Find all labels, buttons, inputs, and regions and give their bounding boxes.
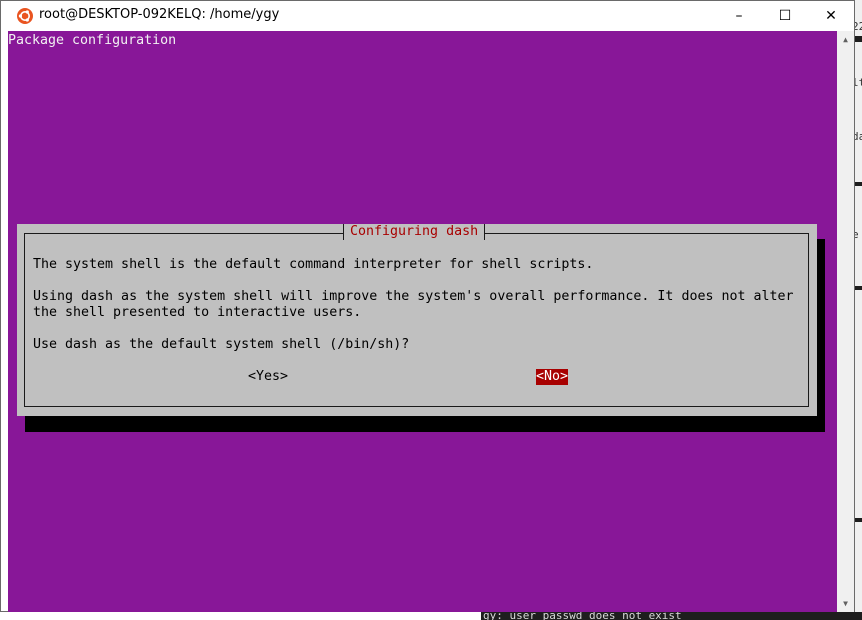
dialog-text-line: the shell presented to interactive users… [33,305,362,320]
ubuntu-icon [17,8,33,24]
console-window: root@DESKTOP-092KELQ: /home/ygy – ☐ ✕ Pa… [0,0,855,612]
minimize-icon: – [735,8,743,24]
background-window-bottom: gy: user_passwd does not exist [481,612,862,620]
dialog-text-line: Using dash as the system shell will impr… [33,289,794,304]
close-button[interactable]: ✕ [808,1,854,31]
close-icon: ✕ [825,8,837,24]
yes-button[interactable]: <Yes> [248,369,288,385]
scroll-down-icon[interactable]: ▼ [837,595,854,612]
background-bottom-text: gy: user_passwd does not exist [483,612,682,620]
terminal-area[interactable]: Package configuration Configuring dash T… [8,31,837,612]
vertical-scrollbar[interactable]: ▲ ▼ [837,31,854,612]
title-bar[interactable]: root@DESKTOP-092KELQ: /home/ygy – ☐ ✕ [1,1,854,31]
scroll-up-icon[interactable]: ▲ [837,31,854,48]
maximize-icon: ☐ [778,8,792,24]
window-title: root@DESKTOP-092KELQ: /home/ygy [39,7,280,22]
dialog-title: Configuring dash [343,224,486,240]
dialog-text-line: The system shell is the default command … [33,257,594,272]
package-configuration-header: Package configuration [8,33,177,48]
no-button[interactable]: <No> [536,369,569,385]
configuring-dash-dialog: Configuring dash The system shell is the… [17,224,817,416]
dialog-question: Use dash as the default system shell (/b… [33,337,410,352]
maximize-button[interactable]: ☐ [762,1,808,31]
minimize-button[interactable]: – [716,1,762,31]
